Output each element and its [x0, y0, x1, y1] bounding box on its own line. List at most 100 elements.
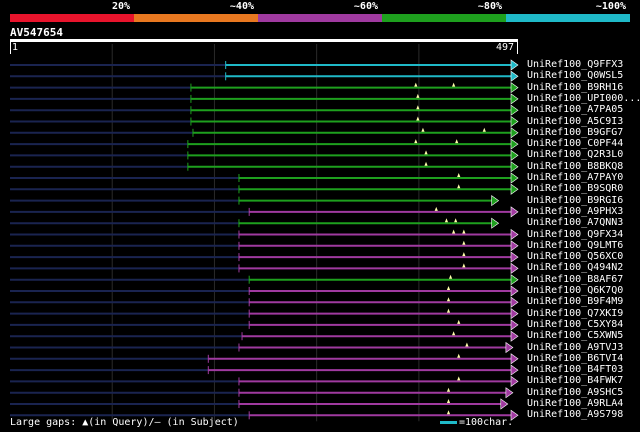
hit-label[interactable]: UniRef100_A9SHC5	[527, 387, 623, 398]
query-gap-marker	[465, 342, 469, 347]
hit-row[interactable]	[10, 82, 519, 94]
hit-label[interactable]: UniRef100_Q56XC0	[527, 251, 623, 262]
hit-row[interactable]	[10, 308, 519, 320]
hit-row[interactable]	[10, 228, 519, 241]
hit-row[interactable]	[10, 217, 500, 229]
hit-label[interactable]: UniRef100_C5XWN5	[527, 330, 623, 341]
hit-label[interactable]: UniRef100_A9PHX3	[527, 206, 623, 217]
hit-label[interactable]: UniRef100_UPI000...	[527, 93, 640, 104]
hit-row[interactable]	[10, 138, 519, 150]
query-gap-marker	[446, 286, 451, 290]
query-gap-marker	[448, 274, 453, 279]
hit-label[interactable]: UniRef100_B9RH16	[527, 82, 623, 93]
query-gap-marker	[446, 399, 451, 403]
hit-label[interactable]: UniRef100_B8AF67	[527, 274, 623, 285]
hit-row[interactable]	[10, 93, 519, 105]
hit-row[interactable]	[10, 353, 519, 365]
query-gap-marker	[446, 308, 451, 313]
hit-row[interactable]	[10, 251, 519, 263]
hit-row[interactable]	[10, 183, 519, 195]
alignment-end-arrow	[505, 387, 514, 399]
query-gap-marker	[414, 139, 418, 144]
hit-label[interactable]: UniRef100_B4FT03	[527, 364, 623, 375]
query-gap-marker	[446, 410, 451, 415]
query-gap-marker	[457, 173, 461, 177]
hit-label[interactable]: UniRef100_Q494N2	[527, 262, 623, 273]
alignment-end-arrow	[510, 274, 519, 286]
hit-label[interactable]: UniRef100_C5XY84	[527, 319, 623, 330]
hit-row[interactable]	[10, 274, 519, 286]
hit-row[interactable]	[10, 240, 519, 252]
hit-row[interactable]	[10, 161, 519, 173]
hit-label[interactable]: UniRef100_Q2R3L0	[527, 149, 623, 160]
hit-label[interactable]: UniRef100_B4FWK7	[527, 375, 623, 386]
hit-label[interactable]: UniRef100_Q9LMT6	[527, 240, 623, 251]
hit-row[interactable]	[10, 59, 519, 71]
hit-row[interactable]	[10, 319, 519, 331]
query-gap-marker	[457, 353, 461, 358]
alignment-end-arrow	[510, 375, 519, 387]
scale-bar	[440, 421, 457, 424]
hit-label[interactable]: UniRef100_B9SQR0	[527, 183, 623, 194]
hit-row[interactable]	[10, 127, 519, 139]
hit-label[interactable]: UniRef100_Q6K7Q0	[527, 285, 623, 296]
hit-row[interactable]	[10, 296, 519, 308]
hit-row[interactable]	[10, 364, 519, 376]
hit-label[interactable]: UniRef100_B9F4M9	[527, 296, 623, 307]
alignment-end-arrow	[510, 138, 519, 150]
alignment-end-arrow	[510, 183, 519, 195]
alignment-end-arrow	[510, 296, 519, 308]
hit-label[interactable]: UniRef100_C0PF44	[527, 138, 623, 149]
hit-row[interactable]	[10, 172, 519, 184]
hit-row[interactable]	[10, 70, 519, 82]
alignment-end-arrow	[510, 93, 519, 105]
query-gap-marker	[462, 229, 466, 234]
query-gap-marker	[482, 127, 486, 132]
hit-label[interactable]: UniRef100_A5C9I3	[527, 116, 623, 127]
query-gap-marker	[421, 127, 425, 132]
hit-label[interactable]: UniRef100_A9TVJ3	[527, 342, 623, 353]
alignment-end-arrow	[510, 353, 519, 365]
alignment-end-arrow	[510, 330, 519, 342]
hit-label[interactable]: UniRef100_Q9FX34	[527, 229, 623, 240]
hit-label[interactable]: UniRef100_Q7XKI9	[527, 308, 623, 319]
scale-label: =100char.	[459, 417, 514, 428]
hit-row[interactable]	[10, 387, 514, 399]
alignment-end-arrow	[510, 161, 519, 173]
hit-label[interactable]: UniRef100_A7PAY0	[527, 172, 623, 183]
hit-label[interactable]: UniRef100_A9S798	[527, 409, 623, 420]
query-gap-marker	[454, 218, 458, 223]
hit-row[interactable]	[10, 341, 514, 354]
alignment-end-arrow	[510, 172, 519, 184]
hit-row[interactable]	[10, 195, 500, 207]
hit-label[interactable]: UniRef100_B9GFG7	[527, 127, 623, 138]
hit-row[interactable]	[10, 262, 519, 274]
hit-label[interactable]: UniRef100_A7QNN3	[527, 217, 623, 228]
hit-label[interactable]: UniRef100_Q9FFX3	[527, 59, 623, 70]
gap-legend: Large gaps: ▲(in Query)/– (in Subject)	[10, 417, 239, 428]
alignment-end-arrow	[510, 115, 519, 128]
hit-label[interactable]: UniRef100_A9RLA4	[527, 398, 623, 409]
hit-label[interactable]: UniRef100_A7PA05	[527, 104, 623, 115]
hit-row[interactable]	[10, 398, 509, 410]
hit-row[interactable]	[10, 149, 519, 161]
alignment-end-arrow	[491, 217, 500, 229]
hit-label[interactable]: UniRef100_Q0WSL5	[527, 70, 623, 81]
hit-row[interactable]	[10, 104, 519, 116]
query-gap-marker	[462, 252, 466, 257]
hit-row[interactable]	[10, 330, 519, 342]
query-gap-marker	[462, 263, 466, 268]
hit-row[interactable]	[10, 206, 519, 218]
query-gap-marker	[462, 240, 466, 245]
alignment-end-arrow	[491, 195, 500, 207]
hit-row[interactable]	[10, 375, 519, 387]
alignment-end-arrow	[510, 262, 519, 274]
alignment-end-arrow	[510, 59, 519, 71]
query-gap-marker	[452, 331, 456, 336]
hit-label[interactable]: UniRef100_B8BKQ8	[527, 161, 623, 172]
hit-row[interactable]	[10, 115, 519, 128]
hit-label[interactable]: UniRef100_B9RGI6	[527, 195, 623, 206]
query-gap-marker	[446, 297, 451, 302]
hit-label[interactable]: UniRef100_B6TVI4	[527, 353, 623, 364]
hit-row[interactable]	[10, 285, 519, 297]
